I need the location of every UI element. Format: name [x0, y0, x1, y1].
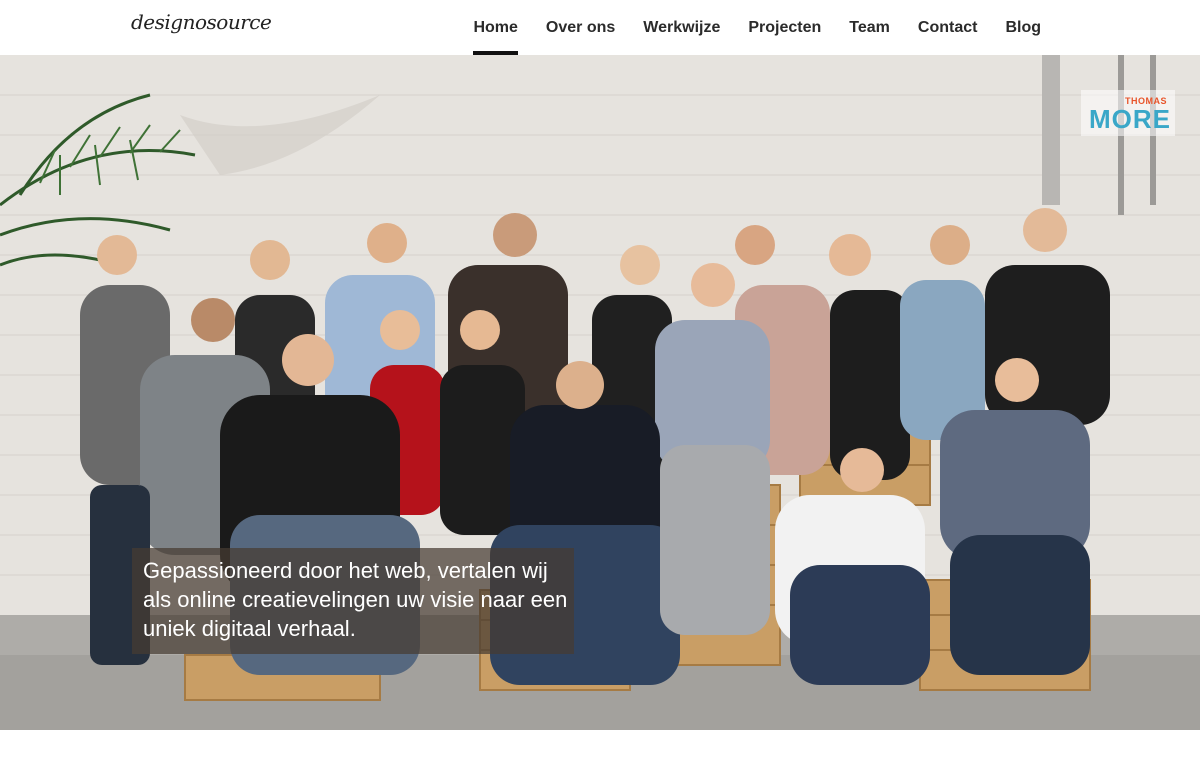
content-area-start: [0, 730, 1200, 780]
partner-logo-big-text: MORE: [1089, 104, 1171, 134]
site-header: designosource Home Over ons Werkwijze Pr…: [0, 0, 1200, 55]
site-logo[interactable]: designosource: [131, 10, 272, 34]
hero-tagline: Gepassioneerd door het web, vertalen wij…: [143, 558, 568, 641]
nav-werkwijze[interactable]: Werkwijze: [629, 0, 734, 55]
tagline-overlay: Gepassioneerd door het web, vertalen wij…: [132, 548, 574, 654]
nav-projecten[interactable]: Projecten: [734, 0, 835, 55]
thomas-more-logo: THOMAS MORE: [1081, 90, 1175, 136]
nav-home[interactable]: Home: [459, 0, 531, 55]
nav-over-ons[interactable]: Over ons: [532, 0, 629, 55]
nav-contact[interactable]: Contact: [904, 0, 992, 55]
nav-team[interactable]: Team: [835, 0, 904, 55]
main-nav: Home Over ons Werkwijze Projecten Team C…: [459, 0, 1055, 55]
nav-blog[interactable]: Blog: [991, 0, 1055, 55]
hero-team-photo: THOMAS MORE Gepassioneerd door het web, …: [0, 55, 1200, 730]
